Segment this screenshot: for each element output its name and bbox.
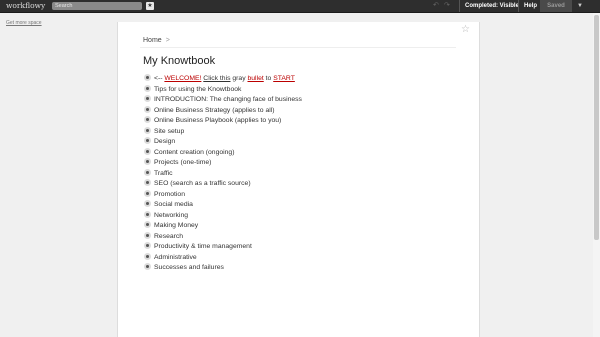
list-item-text: Design <box>154 138 176 145</box>
get-more-space-link[interactable]: Get more space <box>6 20 42 26</box>
bullet-icon[interactable] <box>144 189 151 197</box>
scrollbar-thumb[interactable] <box>594 15 599 240</box>
bullet-icon[interactable] <box>144 263 151 270</box>
list-item[interactable]: Social media <box>144 200 302 211</box>
bullet-icon[interactable] <box>144 147 151 155</box>
bullet-icon[interactable] <box>144 221 151 228</box>
list-item[interactable]: Tips for using the Knowtbook <box>144 84 302 96</box>
list-item[interactable]: Traffic <box>144 168 302 180</box>
toolbar-divider <box>518 0 519 12</box>
bullet-icon[interactable] <box>144 95 151 102</box>
list-item-text: Tips for using the Knowtbook <box>154 85 242 93</box>
list-item[interactable]: Making Money <box>144 221 302 232</box>
list-item[interactable]: Design <box>144 137 302 148</box>
list-item-text: Successes and failures <box>154 264 224 271</box>
list-item-text: Projects (one-time) <box>154 159 212 166</box>
header-divider <box>140 47 456 48</box>
list-item[interactable]: Site setup <box>144 126 302 138</box>
breadcrumb: Home > <box>143 37 170 44</box>
list-item-text: Site setup <box>154 127 185 135</box>
search-input[interactable] <box>52 2 142 10</box>
bullet-link[interactable]: bullet <box>248 75 264 82</box>
breadcrumb-home-link[interactable]: Home <box>143 37 162 44</box>
list-item[interactable]: INTRODUCTION: The changing face of busin… <box>144 95 302 106</box>
list-item[interactable]: Promotion <box>144 189 302 201</box>
settings-dropdown-icon[interactable]: ▼ <box>575 0 585 12</box>
list-item-text: INTRODUCTION: The changing face of busin… <box>154 96 302 103</box>
click-this-link[interactable]: Click this <box>203 75 230 82</box>
bullet-icon[interactable] <box>144 179 151 186</box>
list-item[interactable]: Online Business Playbook (applies to you… <box>144 116 302 127</box>
starred-menu-icon[interactable]: ★ <box>146 2 154 10</box>
list-item-text: Promotion <box>154 190 185 198</box>
bullet-icon[interactable] <box>144 158 151 165</box>
bullet-icon[interactable] <box>144 84 151 92</box>
list-item-text: Online Business Playbook (applies to you… <box>154 117 282 124</box>
outline-list: <-- WELCOME! Click this gray bullet to S… <box>144 74 302 274</box>
list-item-text: Productivity & time management <box>154 243 252 250</box>
top-toolbar: workflowy ★ ↶ ↷ Completed: Visible Help … <box>0 0 600 13</box>
list-item[interactable]: Projects (one-time) <box>144 158 302 169</box>
list-item[interactable]: <-- WELCOME! Click this gray bullet to S… <box>144 74 302 85</box>
completed-visible-toggle[interactable]: Completed: Visible <box>465 0 519 12</box>
bullet-icon[interactable] <box>144 74 151 81</box>
list-item[interactable]: Research <box>144 231 302 243</box>
gray-text: gray <box>230 75 248 82</box>
list-item-text: SEO (search as a traffic source) <box>154 180 251 187</box>
bullet-icon[interactable] <box>144 137 151 144</box>
redo-arrow-icon[interactable]: ↷ <box>444 0 450 12</box>
welcome-text: WELCOME! <box>164 75 202 82</box>
help-button[interactable]: Help <box>524 0 537 12</box>
list-item[interactable]: Successes and failures <box>144 263 302 274</box>
undo-arrow-icon[interactable]: ↶ <box>433 0 439 12</box>
list-item[interactable]: Networking <box>144 210 302 222</box>
list-item-text: Research <box>154 232 184 240</box>
list-item-text: Content creation (ongoing) <box>154 148 235 156</box>
to-text: to <box>263 75 274 82</box>
star-page-icon[interactable]: ☆ <box>461 25 470 35</box>
bullet-icon[interactable] <box>144 168 151 176</box>
saved-status-button: Saved <box>540 0 572 12</box>
bullet-icon[interactable] <box>144 200 151 207</box>
list-item-text: Networking <box>154 211 188 219</box>
list-item[interactable]: Content creation (ongoing) <box>144 147 302 159</box>
bullet-icon[interactable] <box>144 231 151 239</box>
list-item-text: Administrative <box>154 253 197 261</box>
list-item[interactable]: Online Business Strategy (applies to all… <box>144 105 302 117</box>
list-item[interactable]: Productivity & time management <box>144 242 302 253</box>
breadcrumb-separator: > <box>165 37 170 44</box>
bullet-icon[interactable] <box>144 210 151 218</box>
bullet-icon[interactable] <box>144 242 151 249</box>
list-item-text: Social media <box>154 201 193 208</box>
list-item-text: Online Business Strategy (applies to all… <box>154 106 275 114</box>
bullet-icon[interactable] <box>144 126 151 134</box>
list-item-text: Traffic <box>154 169 173 177</box>
bullet-icon[interactable] <box>144 116 151 123</box>
list-item[interactable]: Administrative <box>144 252 302 264</box>
bullet-icon[interactable] <box>144 252 151 260</box>
bullet-icon[interactable] <box>144 105 151 113</box>
page-title[interactable]: My Knowtbook <box>143 55 215 67</box>
list-item-text: Making Money <box>154 222 199 229</box>
app-logo[interactable]: workflowy <box>6 0 45 12</box>
toolbar-divider <box>459 0 460 12</box>
list-item[interactable]: SEO (search as a traffic source) <box>144 179 302 190</box>
start-link[interactable]: START <box>273 75 295 82</box>
welcome-prefix: <-- <box>154 75 165 82</box>
